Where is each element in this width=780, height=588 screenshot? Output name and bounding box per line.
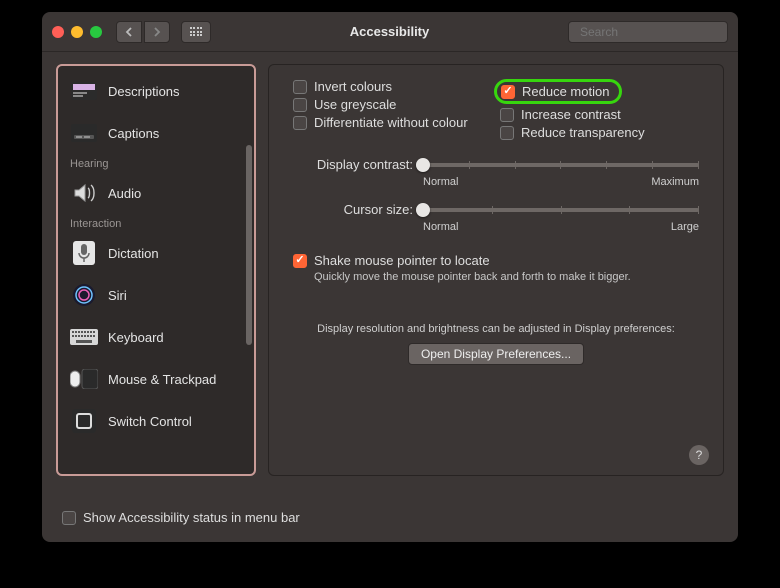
search-field[interactable] [568, 21, 728, 43]
differentiate-colour-row[interactable]: Differentiate without colour [293, 115, 492, 130]
checkbox-label: Use greyscale [314, 97, 396, 112]
display-pref-hint: Display resolution and brightness can be… [293, 323, 699, 335]
invert-colours-row[interactable]: Invert colours [293, 79, 492, 94]
titlebar: Accessibility [42, 12, 738, 52]
show-all-button[interactable] [181, 21, 211, 43]
sidebar-item-label: Switch Control [108, 414, 192, 429]
window-controls [52, 26, 102, 38]
forward-button[interactable] [144, 21, 170, 43]
speaker-icon [70, 182, 98, 204]
sidebar-item-label: Siri [108, 288, 127, 303]
checkbox-icon[interactable] [501, 85, 515, 99]
sidebar-item-label: Mouse & Trackpad [108, 372, 216, 387]
checkbox-label: Shake mouse pointer to locate [314, 253, 490, 268]
slider-max-label: Maximum [651, 176, 699, 188]
descriptions-icon [70, 80, 98, 102]
slider-min-label: Normal [423, 221, 458, 233]
sidebar-item-audio[interactable]: Audio [58, 172, 254, 214]
help-button[interactable]: ? [689, 445, 709, 465]
checkbox-icon[interactable] [293, 80, 307, 94]
sidebar: Descriptions Captions Hearing Audio Inte… [56, 64, 256, 476]
open-display-preferences-button[interactable]: Open Display Preferences... [408, 343, 584, 365]
settings-panel: Invert colours Use greyscale Differentia… [268, 64, 724, 476]
checkbox-icon[interactable] [62, 511, 76, 525]
minimize-window-icon[interactable] [71, 26, 83, 38]
slider-knob-icon[interactable] [416, 158, 430, 172]
switch-control-icon [70, 410, 98, 432]
cursor-size-block: Cursor size: Normal Large [293, 202, 699, 233]
checkbox-icon[interactable] [293, 98, 307, 112]
reduce-transparency-row[interactable]: Reduce transparency [500, 125, 699, 140]
display-contrast-slider[interactable] [423, 163, 699, 167]
sidebar-scrollbar[interactable] [246, 70, 252, 470]
sidebar-item-label: Audio [108, 186, 141, 201]
sidebar-item-label: Captions [108, 126, 159, 141]
zoom-window-icon[interactable] [90, 26, 102, 38]
checkbox-label: Increase contrast [521, 107, 621, 122]
grid-icon [190, 27, 203, 36]
siri-icon [70, 284, 98, 306]
sidebar-section-hearing: Hearing [58, 154, 254, 172]
chevron-right-icon [153, 27, 161, 37]
use-greyscale-row[interactable]: Use greyscale [293, 97, 492, 112]
reduce-motion-highlight: Reduce motion [494, 79, 622, 104]
sidebar-item-label: Dictation [108, 246, 159, 261]
cursor-size-slider[interactable] [423, 208, 699, 212]
slider-label: Display contrast: [293, 157, 413, 172]
accessibility-window: Accessibility Descriptions Captions Hear… [42, 12, 738, 542]
chevron-left-icon [125, 27, 133, 37]
microphone-icon [70, 242, 98, 264]
keyboard-icon [70, 326, 98, 348]
back-button[interactable] [116, 21, 142, 43]
slider-min-label: Normal [423, 176, 458, 188]
sidebar-item-switch-control[interactable]: Switch Control [58, 400, 254, 442]
sidebar-item-keyboard[interactable]: Keyboard [58, 316, 254, 358]
shake-hint: Quickly move the mouse pointer back and … [314, 271, 699, 283]
nav-buttons [116, 21, 170, 43]
sidebar-item-siri[interactable]: Siri [58, 274, 254, 316]
captions-icon [70, 122, 98, 144]
checkbox-icon[interactable] [293, 116, 307, 130]
shake-to-locate-row[interactable]: Shake mouse pointer to locate [293, 253, 699, 268]
checkbox-grid: Invert colours Use greyscale Differentia… [293, 79, 699, 143]
sidebar-item-descriptions[interactable]: Descriptions [58, 70, 254, 112]
shake-block: Shake mouse pointer to locate Quickly mo… [293, 253, 699, 283]
sidebar-item-label: Descriptions [108, 84, 180, 99]
checkbox-icon[interactable] [500, 108, 514, 122]
body: Descriptions Captions Hearing Audio Inte… [42, 52, 738, 510]
slider-max-label: Large [671, 221, 699, 233]
sidebar-item-captions[interactable]: Captions [58, 112, 254, 154]
search-input[interactable] [580, 25, 735, 39]
checkbox-label: Invert colours [314, 79, 392, 94]
slider-knob-icon[interactable] [416, 203, 430, 217]
checkbox-label: Reduce transparency [521, 125, 645, 140]
show-accessibility-menubar-row[interactable]: Show Accessibility status in menu bar [62, 510, 300, 525]
footer: Show Accessibility status in menu bar [42, 510, 738, 542]
sidebar-item-label: Keyboard [108, 330, 164, 345]
close-window-icon[interactable] [52, 26, 64, 38]
checkbox-icon[interactable] [293, 254, 307, 268]
mouse-trackpad-icon [70, 368, 98, 390]
sidebar-item-mouse-trackpad[interactable]: Mouse & Trackpad [58, 358, 254, 400]
window-title: Accessibility [219, 24, 560, 39]
checkbox-label: Show Accessibility status in menu bar [83, 510, 300, 525]
checkbox-label: Differentiate without colour [314, 115, 468, 130]
sidebar-item-dictation[interactable]: Dictation [58, 232, 254, 274]
checkbox-icon[interactable] [500, 126, 514, 140]
checkbox-label: Reduce motion [522, 84, 609, 99]
reduce-motion-row[interactable]: Reduce motion [500, 79, 699, 104]
increase-contrast-row[interactable]: Increase contrast [500, 107, 699, 122]
sidebar-section-interaction: Interaction [58, 214, 254, 232]
slider-label: Cursor size: [293, 202, 413, 217]
display-contrast-block: Display contrast: Normal Maximum [293, 157, 699, 188]
